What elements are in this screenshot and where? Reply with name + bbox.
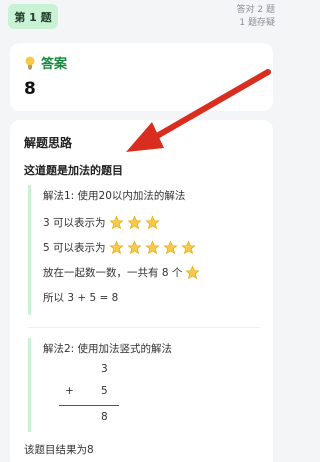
answer-value: 8 [24,79,36,99]
solution-title: 解题思路 [24,136,73,150]
star-icon [185,265,200,280]
answer-card: 答案 8 [10,43,273,111]
star-icon [162,240,178,255]
star-row-3 [108,215,163,230]
method-1-line-2: 5 可以表示为 [43,240,199,255]
method-1-line-4: 所以 3 + 5 = 8 [43,292,119,304]
lightbulb-icon [25,56,35,69]
final-result: 该题目结果为8 [24,444,94,456]
vertical-addition: 3 + 5 8 [43,363,133,433]
star-icon [108,215,124,230]
progress-stats: 答对 2 题 1 题存疑 [237,4,275,30]
answer-title: 答案 [41,57,68,72]
answer-header: 答案 [24,53,67,72]
star-icon [144,215,160,230]
plus-sign: + [65,385,74,397]
solution-card: 解题思路 这道题是加法的题目 解法1: 使用20以内加法的解法 3 可以表示为 … [10,120,273,462]
star-icon [108,240,124,255]
sum-line [59,405,119,406]
addend-bottom: 5 [101,385,108,397]
method-1-block: 解法1: 使用20以内加法的解法 3 可以表示为 5 可以表示为 放在一起数一数… [28,185,260,315]
star-icon [126,240,142,255]
method-1-title: 解法1: 使用20以内加法的解法 [43,190,186,202]
star-row-5 [108,240,199,255]
star-icon [180,240,196,255]
question-number-badge[interactable]: 第 1 题 [8,4,58,29]
doubtful-count: 1 题存疑 [239,18,275,28]
method-2-title: 解法2: 使用加法竖式的解法 [43,343,173,355]
method-1-line-1: 3 可以表示为 [43,215,163,230]
star-icon [144,240,160,255]
method-2-block: 解法2: 使用加法竖式的解法 3 + 5 8 [28,338,260,432]
correct-count: 答对 2 题 [236,5,275,15]
top-bar: 第 1 题 答对 2 题 1 题存疑 [0,0,281,36]
addend-top: 3 [101,363,108,375]
sum-result: 8 [101,411,108,423]
solution-subtitle: 这道题是加法的题目 [24,164,123,177]
star-row-1 [185,265,203,280]
star-icon [126,215,142,230]
divider [28,327,260,328]
method-1-line-3: 放在一起数一数，一共有 8 个 [43,265,203,280]
